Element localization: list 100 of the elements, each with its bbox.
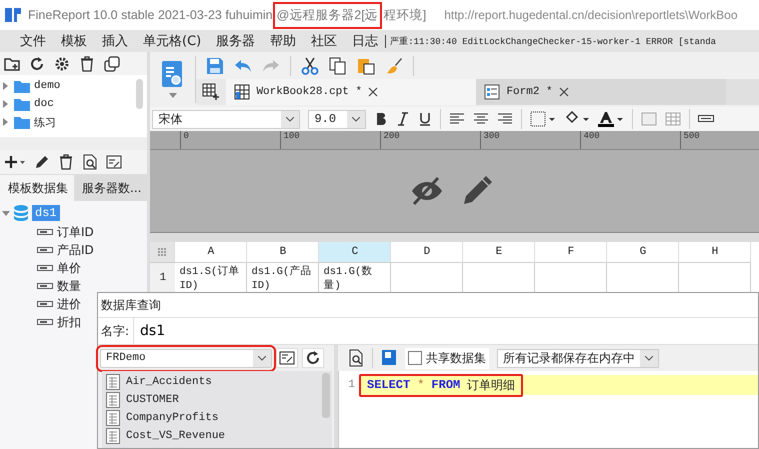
paste-icon[interactable] (357, 56, 376, 74)
cut-icon[interactable] (301, 56, 320, 74)
preview-icon[interactable] (348, 349, 364, 367)
column-header[interactable]: A (175, 242, 248, 263)
field-icon (37, 245, 53, 255)
refresh-button[interactable] (302, 348, 324, 368)
folder-icon (14, 97, 30, 111)
delete-icon[interactable] (58, 154, 74, 170)
add-icon[interactable] (4, 154, 26, 170)
pencil-icon[interactable] (462, 176, 492, 206)
undo-icon[interactable] (234, 58, 252, 74)
folder-item[interactable]: demo (34, 80, 60, 92)
save-icon[interactable] (206, 56, 224, 74)
name-label: 名字: (101, 322, 130, 340)
column-header[interactable]: G (607, 242, 680, 263)
merge-cells-icon[interactable] (641, 112, 658, 126)
scrollbar[interactable] (322, 373, 330, 418)
folder-item[interactable]: 练习 (34, 114, 56, 130)
expand-arrow-icon[interactable] (2, 118, 10, 126)
caret-icon (258, 356, 266, 360)
connection-settings-button[interactable] (276, 348, 298, 368)
preview-icon[interactable] (82, 154, 98, 170)
table-icon (106, 374, 120, 390)
align-center-icon[interactable] (473, 112, 490, 126)
insert-grid-icon[interactable] (202, 83, 220, 101)
dataset-tab[interactable]: 模板数据集 (0, 175, 74, 201)
editor-tab[interactable]: WorkBook28.cpt * (226, 79, 476, 105)
column-header[interactable]: E (463, 242, 536, 263)
field-item[interactable]: 订单ID (57, 224, 94, 240)
field-item[interactable]: 进价 (57, 296, 81, 312)
window-title: FineReport 10.0 stable 2021-03-23 fuhuimin (28, 7, 273, 24)
dropdown-icon[interactable] (168, 93, 177, 98)
dialog-title: 数据库查询 (101, 296, 161, 314)
field-icon (37, 317, 53, 327)
column-header[interactable]: H (679, 242, 752, 263)
font-dropdown[interactable]: 宋体 (152, 110, 300, 128)
edit-icon[interactable] (34, 154, 50, 170)
expand-arrow-icon[interactable] (2, 82, 10, 90)
column-header[interactable]: F (535, 242, 608, 263)
table-item[interactable]: CompanyProfits (126, 412, 218, 424)
align-right-icon[interactable] (497, 112, 514, 126)
folder-item[interactable]: doc (34, 98, 54, 110)
row-header[interactable]: 1 (150, 263, 176, 293)
caret-icon (645, 356, 653, 360)
field-icon[interactable] (698, 115, 714, 123)
editor-tab[interactable]: Form2 * (476, 79, 726, 105)
new-folder-icon[interactable] (4, 56, 20, 72)
url-text: http://report.hugedental.cn/decision\reportlets\WorkBoo (444, 8, 738, 22)
font-color-icon[interactable] (598, 111, 624, 127)
underline-icon[interactable] (418, 112, 432, 126)
menu-item[interactable]: 插入 (102, 32, 128, 50)
menu-item[interactable]: 服务器 (216, 32, 256, 50)
close-icon[interactable] (558, 87, 569, 97)
delete-icon[interactable] (79, 56, 95, 72)
menu-item[interactable]: 单元格(C) (143, 32, 202, 50)
report-icon (234, 84, 250, 100)
caret-icon (286, 116, 294, 122)
border-icon[interactable] (530, 111, 556, 127)
menu-item[interactable]: 文件 (20, 32, 46, 50)
report-design-icon[interactable] (162, 61, 184, 89)
menu-item[interactable]: 社区 (311, 32, 338, 50)
table-icon (106, 392, 120, 408)
font-size-dropdown[interactable]: 9.0 (308, 110, 366, 128)
table-item[interactable]: CUSTOMER (126, 394, 179, 406)
copy-icon[interactable] (329, 56, 348, 74)
column-header[interactable]: C (319, 242, 392, 263)
copy-icon[interactable] (104, 56, 120, 72)
hidden-eye-icon[interactable] (410, 176, 444, 206)
column-header[interactable]: D (391, 242, 464, 263)
share-dataset-checkbox[interactable]: 共享数据集 (405, 348, 489, 368)
field-icon (37, 281, 53, 291)
expand-arrow-icon[interactable] (2, 209, 10, 217)
scrollbar[interactable] (136, 79, 144, 109)
menu-item[interactable]: 帮助 (270, 32, 296, 50)
italic-icon[interactable] (396, 112, 410, 126)
app-logo-icon (4, 6, 22, 24)
table-item[interactable]: Cost_VS_Revenue (126, 430, 226, 442)
field-item[interactable]: 单价 (57, 260, 81, 276)
table-icon (106, 410, 120, 426)
window-title: @远程服务器2[远 (272, 2, 382, 28)
field-icon (37, 227, 53, 237)
table-item[interactable]: Air_Accidents (126, 376, 212, 388)
brush-icon[interactable] (385, 56, 404, 74)
field-item[interactable]: 产品ID (57, 242, 94, 258)
bold-icon[interactable] (374, 112, 388, 126)
refresh-icon[interactable] (29, 56, 45, 72)
field-item[interactable]: 数量 (57, 278, 81, 294)
field-item[interactable]: 折扣 (57, 314, 81, 330)
align-left-icon[interactable] (449, 112, 466, 126)
window-title: 程环境] (384, 6, 426, 24)
dataset-edit-icon[interactable] (106, 154, 122, 170)
menu-item[interactable]: 日志 (352, 32, 378, 50)
gear-icon[interactable] (54, 56, 70, 72)
menu-item[interactable]: 模板 (61, 32, 87, 50)
table-icon (106, 428, 120, 444)
line-number: 1 (347, 379, 356, 391)
cache-mode-dropdown[interactable]: 所有记录都保存在内存中 (497, 348, 659, 368)
expand-arrow-icon[interactable] (2, 100, 10, 108)
close-icon[interactable] (368, 87, 378, 97)
column-header[interactable]: B (247, 242, 320, 263)
